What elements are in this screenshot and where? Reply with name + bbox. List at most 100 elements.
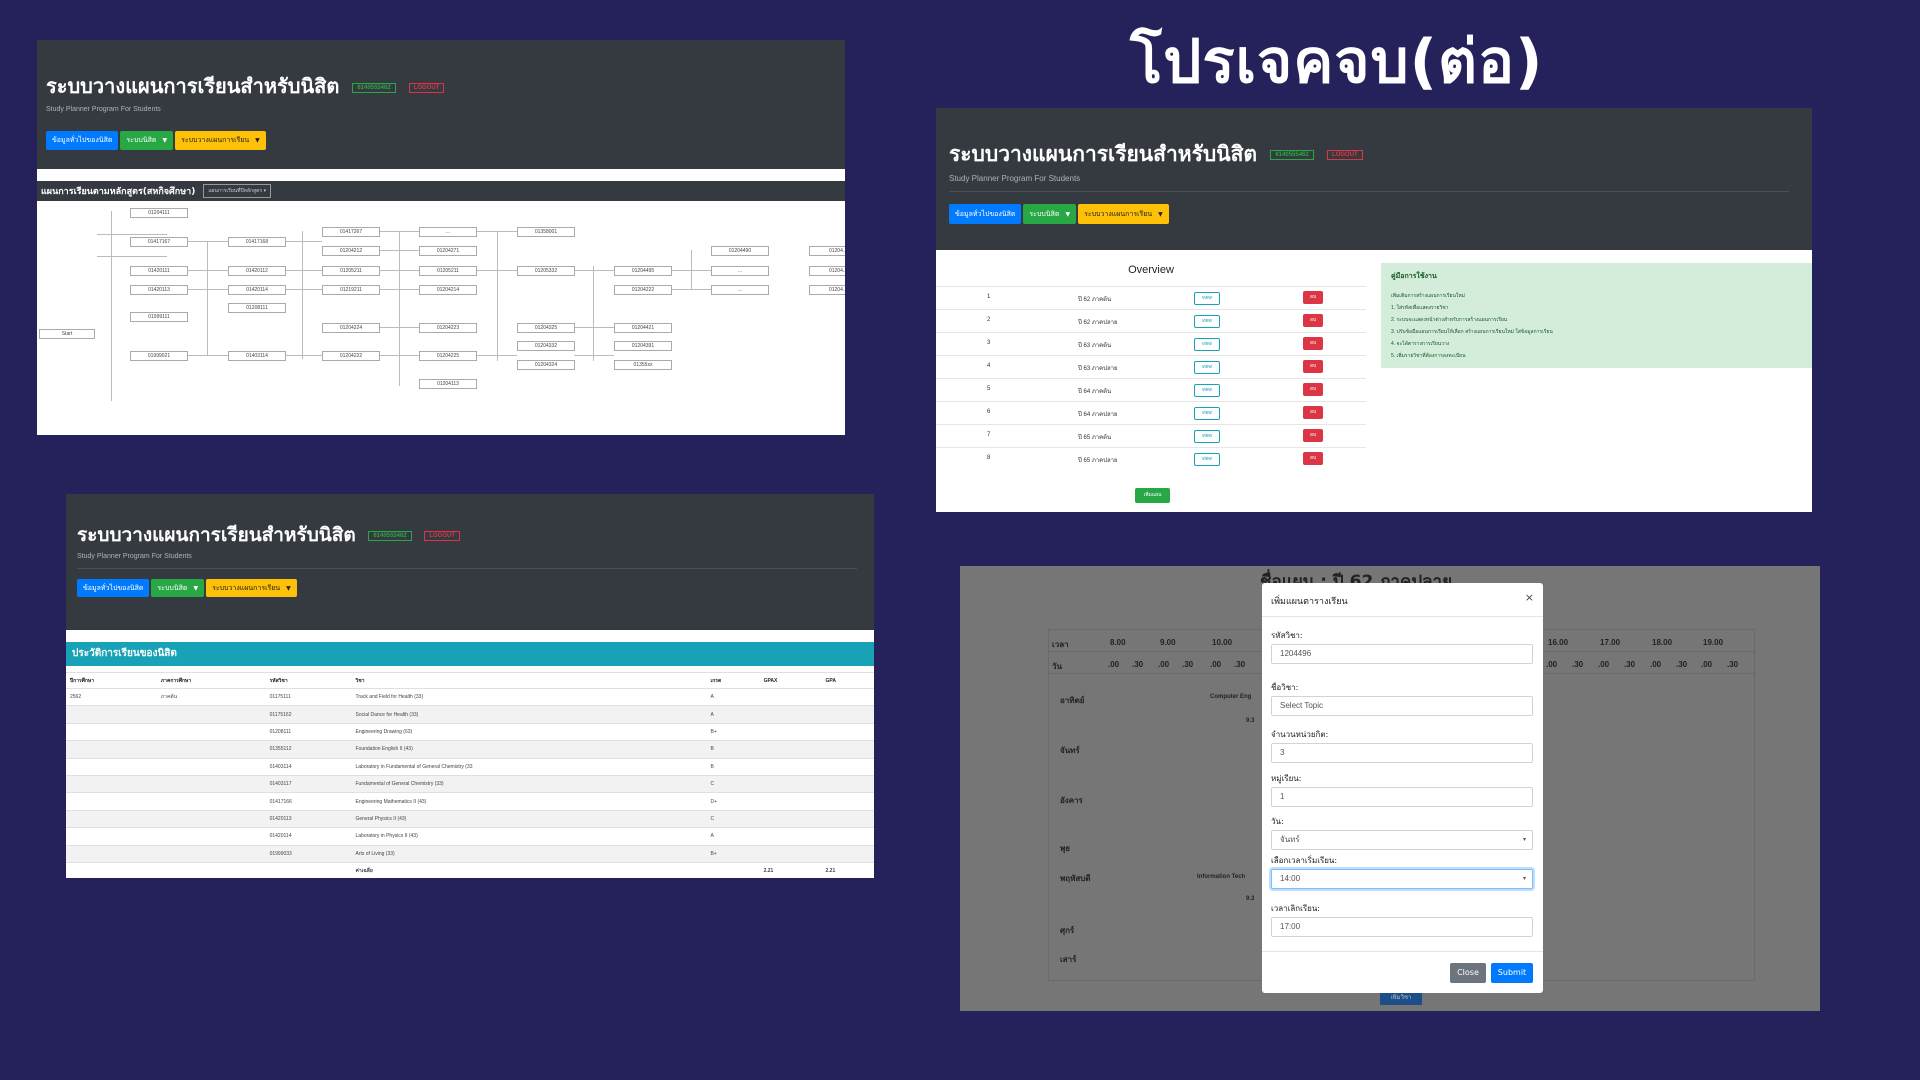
table-cell: 01208111 [265,722,352,741]
field-input[interactable]: 17:00 [1271,917,1533,937]
field-value: Select Topic [1280,701,1323,710]
tree-edge [286,355,322,356]
student-info-button[interactable]: ข้อมูลทั่วไปของนิสิต [46,131,119,150]
tree-node: 01204271 [419,246,477,256]
table-cell [821,722,874,741]
close-icon[interactable]: × [1525,591,1534,604]
logout-button[interactable]: LOGOUT [408,82,445,93]
table-cell [66,844,157,863]
manual-line: 3. ปรับข้อมือแผนการเรียนให้เลือก สร้างแผ… [1391,329,1553,335]
tree-node: 01417167 [130,237,188,247]
manual-title: คู่มือการใช้งาน [1391,273,1437,280]
student-info-button[interactable]: ข้อมูลทั่วไปของนิสิต [949,204,1022,224]
table-cell: 01420114 [265,827,352,846]
table-cell [821,792,874,811]
app-title: ระบบวางแผนการเรียนสำหรับนิสิต [77,524,356,546]
tree-node: ... [711,285,769,295]
view-plan-button[interactable]: view [1194,384,1220,397]
delete-plan-button[interactable]: ลบ [1303,383,1323,396]
curriculum-select[interactable]: แผนการเรียนที่ปีหลักสูตร ▾ [203,184,272,198]
curriculum-heading: แผนการเรียนตามหลักสูตร(สหกิจศึกษา) [41,187,196,197]
table-cell [706,861,760,878]
tree-node: 01204332 [517,341,575,351]
field-select[interactable]: จันทร์ ▾ [1271,830,1533,850]
field-label: หมู่เรียน: [1271,774,1302,783]
tree-node: 01204391 [614,341,672,351]
tree-node: 01204421 [614,323,672,333]
half-hour-label: .00 [1598,660,1610,669]
delete-plan-button[interactable]: ลบ [1303,337,1323,350]
half-hour-label: .30 [1624,660,1636,669]
row-number: 3 [987,340,991,346]
close-button[interactable]: Close [1450,963,1486,983]
delete-plan-button[interactable]: ลบ [1303,314,1323,327]
planner-dropdown[interactable]: ระบบวางแผนการเรียน ▼ [175,131,266,150]
logout-button[interactable]: LOGOUT [424,530,460,541]
view-plan-button[interactable]: view [1194,361,1220,374]
field-input[interactable]: 3 [1271,743,1533,763]
view-plan-button[interactable]: view [1194,292,1220,305]
delete-plan-button[interactable]: ลบ [1303,429,1323,442]
table-cell: A [706,705,760,724]
table-cell: 01403114 [265,757,352,776]
tree-node: ... [711,266,769,276]
table-cell [821,740,874,759]
table-cell: B+ [706,844,760,863]
view-plan-button[interactable]: view [1194,315,1220,328]
student-system-dropdown[interactable]: ระบบนิสิต ▼ [1023,204,1077,224]
tree-node: 01999021 [130,351,188,361]
view-plan-button[interactable]: view [1194,453,1220,466]
table-row: ค่าเฉลี่ย 2.21 2.21 [66,861,874,878]
field-label: จำนวนหน่วยกิต: [1271,730,1329,739]
delete-plan-button[interactable]: ลบ [1303,452,1323,465]
app-subtitle: Study Planner Program For Students [46,106,161,113]
field-input[interactable]: 1 [1271,787,1533,807]
table-row: 01420113 General Physics II (43) C [66,809,874,828]
submit-button[interactable]: Submit [1491,963,1533,983]
tree-node: 01417168 [228,237,286,247]
table-cell: Track and Field for Health (33) [351,687,707,706]
view-plan-button[interactable]: view [1194,338,1220,351]
add-course-button[interactable]: เพิ่มวิชา [1380,991,1422,1005]
student-info-button[interactable]: ข้อมูลทั่วไปของนิสิต [77,579,150,597]
student-system-dropdown[interactable]: ระบบนิสิต ▼ [120,131,174,150]
app-subtitle: Study Planner Program For Students [949,174,1081,183]
time-row-label: เวลา [1052,640,1069,649]
logout-button[interactable]: LOGOUT [1327,150,1363,160]
delete-plan-button[interactable]: ลบ [1303,291,1323,304]
plan-label: ปี 64 ภาคปลาย [1078,412,1118,418]
app-subtitle: Study Planner Program For Students [77,553,192,560]
table-cell [759,792,822,811]
table-cell: 01420113 [265,809,352,828]
table-cell [156,844,266,863]
field-input[interactable]: Select Topic [1271,696,1533,716]
time-header: 10.00 [1212,638,1233,647]
view-plan-button[interactable]: view [1194,407,1220,420]
half-hour-label: .30 [1132,660,1144,669]
overview-row: 7 ปี 65 ภาคต้น view ลบ [936,424,1366,447]
tree-node: 01204495 [614,266,672,276]
table-cell [821,757,874,776]
tree-edge [399,231,400,386]
course-block-time: 9.3 [1246,896,1255,902]
table-cell [821,774,874,793]
column-header: เกรด [706,672,760,689]
table-row: 01355112 Foundation English II (43) B [66,740,874,759]
half-hour-label: .00 [1701,660,1713,669]
delete-plan-button[interactable]: ลบ [1303,360,1323,373]
field-input[interactable]: 1204496 [1271,644,1533,664]
chevron-down-icon: ▼ [1065,210,1071,218]
view-plan-button[interactable]: view [1194,430,1220,443]
field-select[interactable]: 14:00 ▾ [1271,869,1533,889]
row-number: 2 [987,317,991,323]
overview-row: 4 ปี 63 ภาคปลาย view ลบ [936,355,1366,378]
tree-edge [574,355,614,356]
course-block: Information Tech [1197,874,1246,880]
delete-plan-button[interactable]: ลบ [1303,406,1323,419]
planner-dropdown[interactable]: ระบบวางแผนการเรียน ▼ [1078,204,1169,224]
student-system-dropdown[interactable]: ระบบนิสิต ▼ [151,579,205,597]
add-plan-button[interactable]: เพิ่มแผน [1135,488,1170,503]
table-cell [156,861,266,878]
tree-node: 01355xx [614,360,672,370]
planner-dropdown[interactable]: ระบบวางแผนการเรียน ▼ [206,579,297,597]
